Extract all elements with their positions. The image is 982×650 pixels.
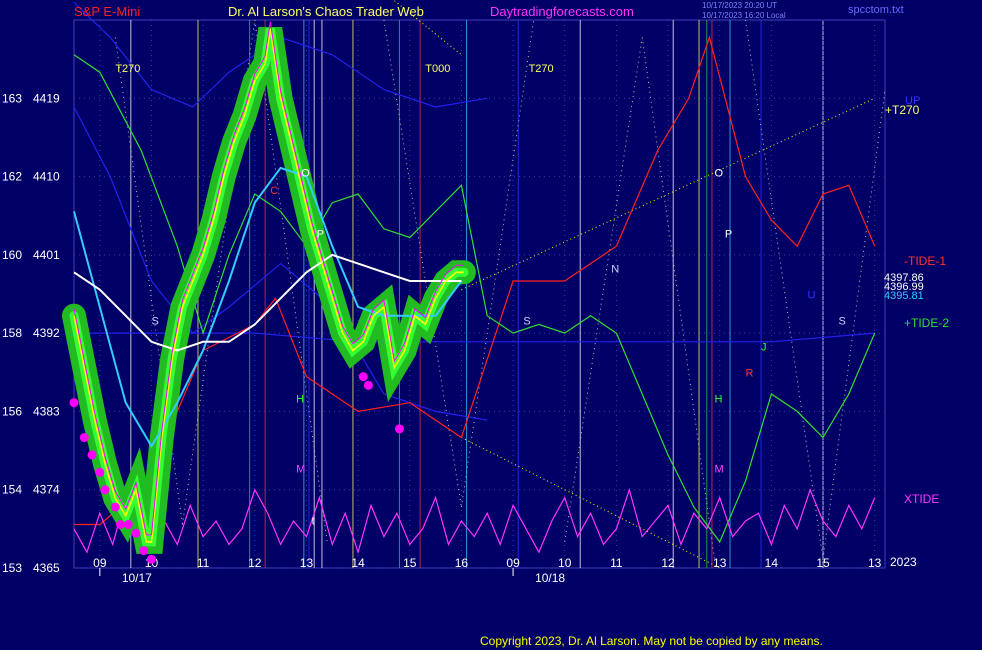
cycle-label: T270 xyxy=(115,63,140,75)
pivot-dot xyxy=(139,546,149,556)
pivot-dot xyxy=(69,398,79,408)
x-tick-label: 09 xyxy=(93,556,107,570)
pivot-dot xyxy=(123,520,133,530)
cycle-label: T270 xyxy=(529,63,554,75)
label-tide2: +TIDE-2 xyxy=(904,316,949,330)
marker-letter: H xyxy=(296,394,304,406)
marker-letter: R xyxy=(746,368,754,380)
band-line xyxy=(74,332,875,343)
marker-letter: U xyxy=(808,289,816,301)
y-tick-left: 158 xyxy=(2,326,22,340)
pivot-dot xyxy=(131,528,141,538)
marker-letter: S xyxy=(839,315,846,327)
x-tick-label: 11 xyxy=(610,556,623,570)
x-tick-label: 09 xyxy=(506,556,520,570)
pivot-dot xyxy=(363,380,373,390)
x-tick-label: 10 xyxy=(558,556,572,570)
x-tick-label: 11 xyxy=(197,556,210,570)
marker-letter: S xyxy=(523,315,530,327)
marker-letter: C xyxy=(270,185,278,197)
label-xtide: XTIDE xyxy=(904,492,939,506)
timestamp-local: 10/17/2023 16:20 Local xyxy=(702,11,786,20)
price-glow xyxy=(62,26,476,554)
pivot-dot xyxy=(79,433,89,443)
marker-letter: H xyxy=(715,394,723,406)
pivot-dot xyxy=(87,450,97,460)
y-tick-left: 160 xyxy=(2,248,22,262)
y-tick-left: 156 xyxy=(2,404,22,418)
pivot-dot xyxy=(95,467,105,477)
file-name: spcctom.txt xyxy=(848,4,904,16)
cycle-label: T000 xyxy=(425,63,450,75)
marker-letter: t xyxy=(312,516,315,528)
y-tick-right: 4419 xyxy=(33,91,60,105)
marker-letter: P xyxy=(725,228,732,240)
marker-letter: M xyxy=(715,463,724,475)
timestamp-ut: 10/17/2023 20:20 UT xyxy=(702,1,778,10)
y-tick-right: 4365 xyxy=(33,561,60,575)
marker-letter: N xyxy=(611,263,619,275)
label-tide1: -TIDE-1 xyxy=(904,254,946,268)
price-label-cyan: 4395.81 xyxy=(884,290,924,302)
y-tick-left: 154 xyxy=(2,483,22,497)
marker-letter: S xyxy=(151,315,158,327)
label-up: UP xyxy=(905,95,920,107)
pivot-dot xyxy=(394,424,404,434)
x-tick-label: 16 xyxy=(455,556,469,570)
x-tick-label: 13 xyxy=(868,556,882,570)
cycle-zigzag xyxy=(460,19,535,508)
marker-letter: P xyxy=(317,228,324,240)
pivot-dot xyxy=(146,554,156,564)
y-tick-left: 153 xyxy=(2,561,22,575)
price-glow-inner xyxy=(69,28,469,547)
marker-letter: O xyxy=(715,168,724,180)
x-tick-label: 14 xyxy=(765,556,779,570)
pivot-dot xyxy=(110,502,120,512)
band-line xyxy=(73,106,488,421)
x-tick-label: 14 xyxy=(351,556,365,570)
marker-letter: J xyxy=(761,342,767,354)
symbol-label: S&P E-Mini xyxy=(74,4,141,19)
pivot-dot xyxy=(100,485,110,495)
pivot-dot xyxy=(358,372,368,382)
chart-title: Dr. Al Larson's Chaos Trader Web xyxy=(228,4,424,19)
pivot-dot xyxy=(115,520,125,530)
y-tick-right: 4401 xyxy=(33,248,60,262)
copyright: Copyright 2023, Dr. Al Larson. May not b… xyxy=(480,634,823,648)
x-tick-label: 13 xyxy=(300,556,314,570)
x-tick-label: 15 xyxy=(403,556,417,570)
price-line xyxy=(73,28,464,543)
marker-letter: O xyxy=(301,168,310,180)
ema-cyan-line xyxy=(73,166,463,449)
x-tick-label: 12 xyxy=(248,556,262,570)
cycle-zigzag xyxy=(564,37,643,542)
site-link[interactable]: Daytradingforecasts.com xyxy=(490,4,634,19)
date-label: 10/18 xyxy=(535,571,565,585)
y-tick-right: 4392 xyxy=(33,326,60,340)
y-tick-left: 162 xyxy=(2,170,22,184)
cycle-zigzag xyxy=(822,89,886,560)
y-tick-right: 4383 xyxy=(33,404,60,418)
x-tick-label: 13 xyxy=(713,556,727,570)
t270-line xyxy=(461,437,720,569)
date-label: 10/17 xyxy=(122,571,152,585)
xtide-line xyxy=(73,487,876,555)
x-tick-label: 12 xyxy=(661,556,675,570)
y-tick-right: 4410 xyxy=(33,170,60,184)
y-tick-right: 4374 xyxy=(33,483,60,497)
chart-canvas: 153 4365 154 4374 156 4383 158 4392 160 4401 162 44… xyxy=(2,0,949,585)
y-tick-left: 163 xyxy=(2,91,22,105)
year-label: 2023 xyxy=(890,555,917,569)
x-tick-label: 15 xyxy=(816,556,830,570)
marker-letter: M xyxy=(296,463,305,475)
